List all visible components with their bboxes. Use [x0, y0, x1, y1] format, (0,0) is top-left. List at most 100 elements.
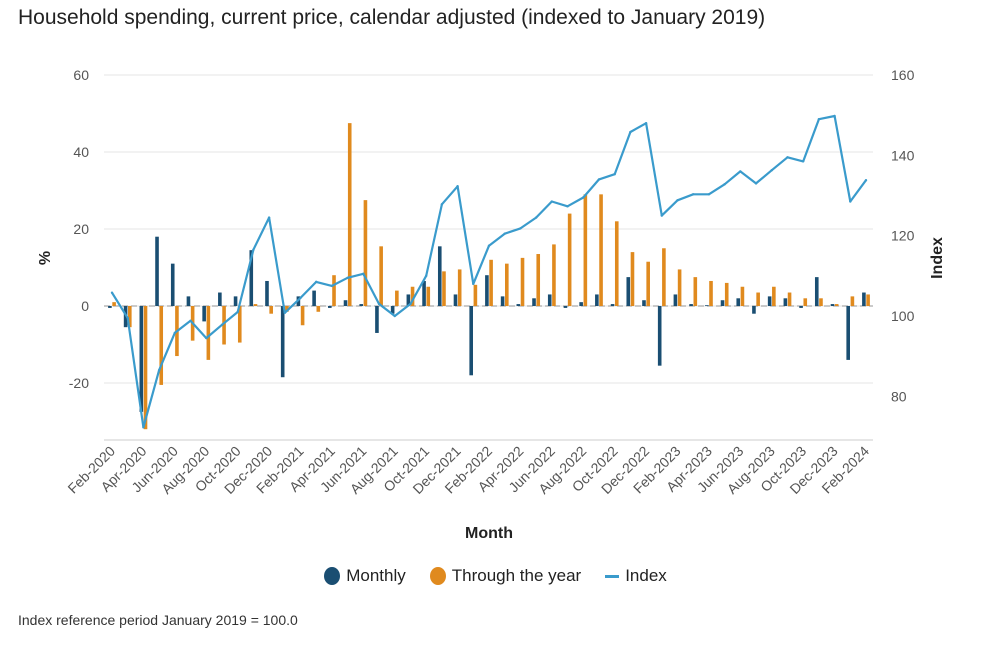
index-point[interactable] [817, 117, 821, 121]
index-point[interactable] [503, 232, 506, 235]
bar-through-the-year[interactable] [583, 194, 588, 306]
bar-through-the-year[interactable] [379, 246, 383, 306]
index-point[interactable] [110, 291, 114, 294]
bar-monthly[interactable] [422, 280, 426, 306]
bar-through-the-year[interactable] [457, 269, 462, 306]
bar-monthly[interactable] [720, 300, 725, 306]
bar-through-the-year[interactable] [599, 194, 603, 306]
bar-monthly[interactable] [673, 294, 678, 306]
bar-through-the-year[interactable] [614, 221, 619, 306]
bar-monthly[interactable] [814, 277, 819, 306]
index-point[interactable] [126, 316, 129, 320]
index-point[interactable] [739, 170, 742, 173]
bar-through-the-year[interactable] [646, 261, 650, 306]
index-point[interactable] [754, 182, 758, 185]
bar-through-the-year[interactable] [143, 306, 148, 430]
index-point[interactable] [315, 280, 318, 284]
bar-monthly[interactable] [516, 304, 521, 306]
bar-through-the-year[interactable] [834, 304, 839, 306]
bar-monthly[interactable] [485, 275, 489, 306]
bar-monthly[interactable] [610, 304, 615, 306]
bar-monthly[interactable] [453, 294, 458, 306]
index-point[interactable] [519, 227, 522, 230]
bar-through-the-year[interactable] [395, 290, 399, 306]
bar-through-the-year[interactable] [300, 306, 305, 326]
index-point[interactable] [236, 310, 239, 314]
index-point[interactable] [644, 122, 648, 125]
bar-monthly[interactable] [783, 298, 788, 306]
bar-monthly[interactable] [469, 306, 473, 376]
index-point[interactable] [173, 331, 177, 335]
bar-through-the-year[interactable] [520, 257, 525, 306]
bar-monthly[interactable] [155, 236, 159, 306]
legend-item-index[interactable]: Index [605, 566, 667, 586]
bar-monthly[interactable] [547, 294, 552, 306]
index-point[interactable] [629, 130, 632, 134]
bar-monthly[interactable] [626, 277, 631, 306]
bar-monthly[interactable] [563, 306, 568, 308]
bar-through-the-year[interactable] [536, 254, 541, 306]
bar-monthly[interactable] [170, 263, 175, 306]
bar-through-the-year[interactable] [662, 248, 666, 306]
bar-monthly[interactable] [108, 306, 112, 308]
index-point[interactable] [393, 314, 396, 318]
bar-through-the-year[interactable] [332, 275, 336, 306]
legend-item-monthly[interactable]: Monthly [324, 566, 406, 586]
bar-through-the-year[interactable] [850, 296, 855, 306]
bar-monthly[interactable] [437, 246, 442, 306]
bar-monthly[interactable] [343, 300, 348, 306]
bar-monthly[interactable] [359, 304, 364, 306]
bar-through-the-year[interactable] [772, 286, 776, 306]
index-point[interactable] [440, 203, 444, 206]
index-point[interactable] [424, 274, 428, 278]
bar-through-the-year[interactable] [724, 282, 729, 306]
bar-monthly[interactable] [186, 296, 191, 306]
bar-through-the-year[interactable] [363, 200, 368, 306]
bar-monthly[interactable] [595, 294, 599, 306]
bar-through-the-year[interactable] [426, 286, 431, 306]
bar-through-the-year[interactable] [473, 284, 478, 306]
bar-through-the-year[interactable] [112, 302, 116, 306]
bar-monthly[interactable] [328, 306, 332, 308]
bar-monthly[interactable] [532, 298, 536, 306]
bar-through-the-year[interactable] [787, 292, 792, 306]
index-point[interactable] [597, 178, 601, 181]
index-point[interactable] [330, 284, 334, 288]
index-point[interactable] [613, 173, 616, 176]
bar-monthly[interactable] [500, 296, 505, 306]
index-point[interactable] [157, 369, 161, 372]
bar-through-the-year[interactable] [630, 252, 635, 306]
index-point[interactable] [377, 302, 381, 306]
bar-monthly[interactable] [139, 306, 144, 412]
bar-monthly[interactable] [830, 304, 835, 306]
bar-through-the-year[interactable] [866, 294, 870, 306]
index-point[interactable] [660, 214, 663, 217]
index-point[interactable] [346, 276, 349, 280]
bar-through-the-year[interactable] [819, 298, 823, 306]
index-series-line[interactable] [111, 114, 867, 429]
bar-monthly[interactable] [705, 305, 709, 307]
index-point[interactable] [472, 282, 475, 286]
bar-monthly[interactable] [736, 298, 741, 306]
index-point[interactable] [707, 193, 711, 196]
bar-through-the-year[interactable] [552, 244, 556, 306]
index-point[interactable] [801, 160, 805, 163]
bar-through-the-year[interactable] [442, 271, 446, 306]
bar-monthly[interactable] [265, 280, 269, 306]
bar-monthly[interactable] [862, 292, 866, 306]
index-point[interactable] [189, 319, 192, 323]
bar-monthly[interactable] [642, 300, 646, 306]
bar-through-the-year[interactable] [709, 280, 713, 306]
bar-monthly[interactable] [689, 304, 693, 306]
index-point[interactable] [864, 179, 868, 182]
index-point[interactable] [582, 196, 585, 199]
index-point[interactable] [267, 216, 271, 219]
index-point[interactable] [692, 193, 695, 196]
index-point[interactable] [786, 156, 789, 159]
bar-monthly[interactable] [799, 306, 803, 308]
index-point[interactable] [142, 426, 145, 429]
bar-monthly[interactable] [233, 296, 238, 306]
index-point[interactable] [550, 200, 554, 203]
bar-monthly[interactable] [767, 296, 772, 306]
bar-monthly[interactable] [752, 306, 756, 314]
